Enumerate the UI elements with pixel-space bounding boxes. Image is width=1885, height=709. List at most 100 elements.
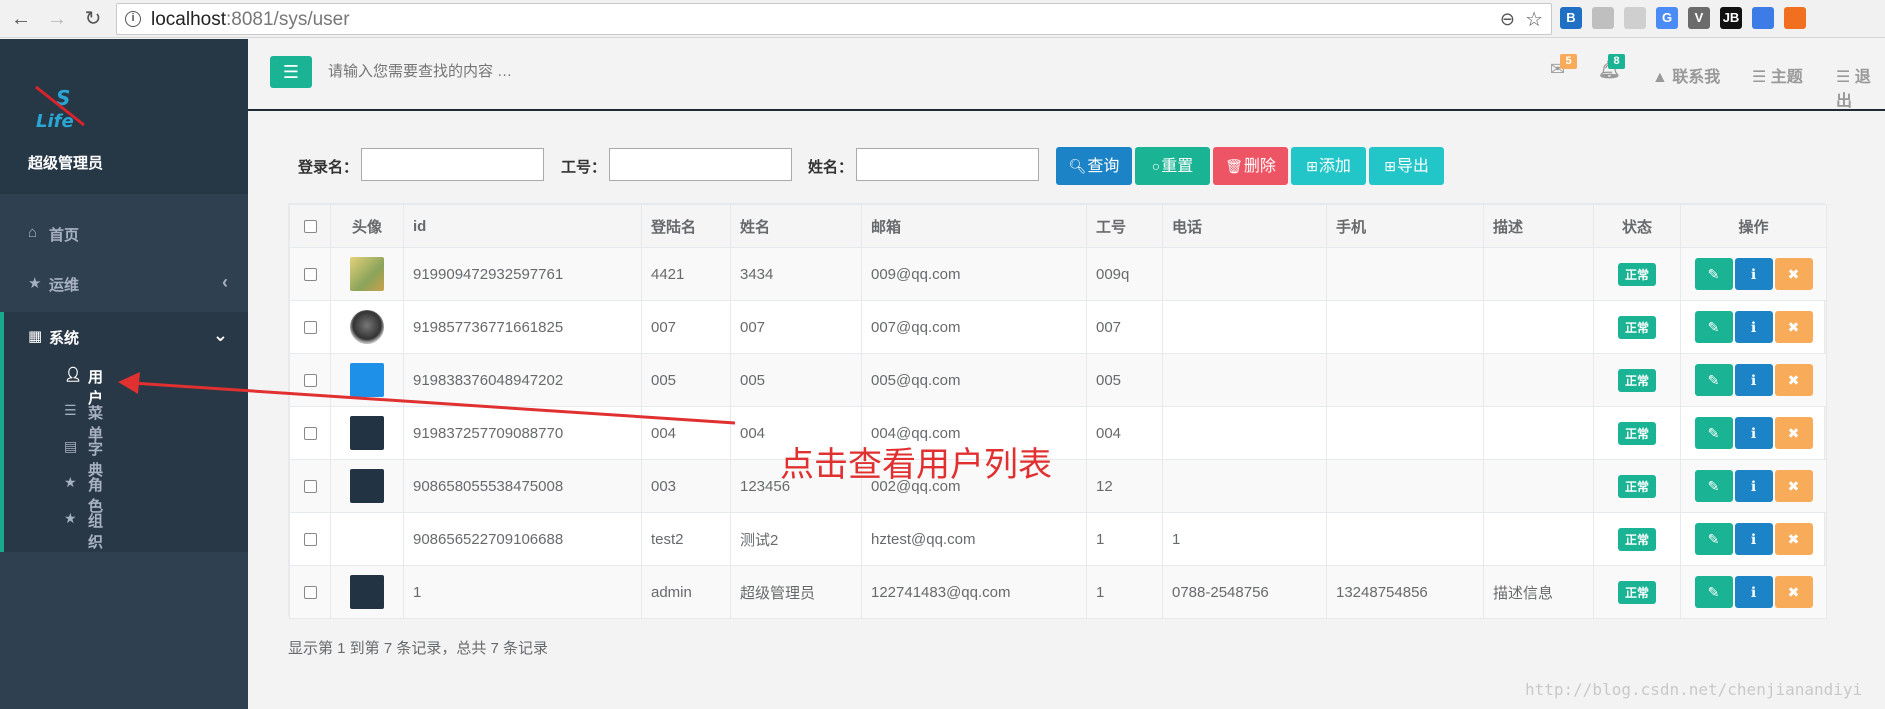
theme-link[interactable]: ☰ 主题 xyxy=(1752,63,1803,87)
info-button[interactable]: ℹ xyxy=(1734,258,1773,290)
column-header[interactable]: id xyxy=(403,204,642,248)
row-checkbox[interactable] xyxy=(303,321,317,335)
edit-button[interactable]: ✎ xyxy=(1694,364,1733,396)
menu-label: 系统 xyxy=(49,330,80,347)
table-cell-actions: ✎ ℹ ✖ xyxy=(1680,300,1827,354)
select-all-checkbox[interactable] xyxy=(303,220,317,234)
logout-link[interactable]: ☰ 退出 xyxy=(1836,63,1885,111)
sidebar: S Life 超级管理员 ⌂ 首页 ★ 运维 ‹ ▦ 系统 ⌄ 👤︎ 用户 ☰ … xyxy=(0,39,248,709)
info-button[interactable]: ℹ xyxy=(1734,311,1773,343)
info-button[interactable]: ℹ xyxy=(1734,576,1773,608)
url-text[interactable]: localhost:8081/sys/user xyxy=(151,9,350,31)
menu-item-ops[interactable]: ★ 运维 ‹ xyxy=(0,259,248,309)
table-cell-login: 004 xyxy=(641,406,731,460)
edit-button[interactable]: ✎ xyxy=(1694,311,1733,343)
contact-link[interactable]: ▲ 联系我 xyxy=(1652,63,1720,87)
edit-button[interactable]: ✎ xyxy=(1694,258,1733,290)
grid-icon: ▦ xyxy=(28,328,43,345)
menu-item-system[interactable]: ▦ 系统 ⌄ xyxy=(0,312,248,362)
column-header[interactable]: 操作 xyxy=(1680,204,1827,248)
login-name-input[interactable] xyxy=(361,148,544,181)
bookmark-star-icon[interactable]: ☆ xyxy=(1525,7,1543,32)
trash-icon: 🗑︎ xyxy=(1225,158,1243,174)
sidebar-toggle-button[interactable]: ☰ xyxy=(270,56,312,88)
export-button[interactable]: ⊞导出 xyxy=(1369,147,1444,185)
table-cell-actions: ✎ ℹ ✖ xyxy=(1680,565,1827,619)
plus-square-icon: ⊞ xyxy=(1306,158,1318,174)
column-header[interactable]: 状态 xyxy=(1593,204,1681,248)
extension-icon[interactable]: B xyxy=(1560,7,1582,29)
table-cell-email: 122741483@qq.com xyxy=(861,565,1087,619)
info-icon: ℹ xyxy=(1750,266,1757,282)
job-number-input[interactable] xyxy=(609,148,792,181)
table-row[interactable]: 919857736771661825 007 007 007@qq.com 007 正常 ✎… xyxy=(289,300,1827,354)
delete-button[interactable]: 🗑︎删除 xyxy=(1213,147,1288,185)
column-header[interactable]: 姓名 xyxy=(730,204,862,248)
remove-button[interactable]: ✖ xyxy=(1774,576,1813,608)
row-checkbox[interactable] xyxy=(303,480,317,494)
row-checkbox[interactable] xyxy=(303,586,317,600)
table-row[interactable]: 908656522709106688 test2 测试2 hztest@qq.com 1… xyxy=(289,512,1827,566)
name-input[interactable] xyxy=(856,148,1039,181)
info-button[interactable]: ℹ xyxy=(1734,364,1773,396)
column-header[interactable]: 邮箱 xyxy=(861,204,1087,248)
table-row[interactable]: 908658055538475008 003 123456 002@qq.com 12 正… xyxy=(289,459,1827,513)
address-bar[interactable]: i localhost:8081/sys/user ⊖ ☆ xyxy=(116,3,1552,35)
site-info-icon[interactable]: i xyxy=(125,11,141,27)
row-checkbox[interactable] xyxy=(303,427,317,441)
reset-button[interactable]: ○重置 xyxy=(1135,147,1210,185)
reload-icon[interactable]: ↻ xyxy=(80,6,106,32)
table-cell-actions: ✎ ℹ ✖ xyxy=(1680,406,1827,460)
global-search-input[interactable] xyxy=(328,63,728,80)
edit-button[interactable]: ✎ xyxy=(1694,470,1733,502)
extension-icon[interactable] xyxy=(1784,7,1806,29)
column-header[interactable]: 电话 xyxy=(1162,204,1327,248)
row-checkbox[interactable] xyxy=(303,374,317,388)
user-table: 头像 id 登陆名 姓名 邮箱 工号 电话 手机 描述 状态 操作 919909… xyxy=(289,204,1827,619)
forward-arrow-icon[interactable]: → xyxy=(44,6,70,32)
column-header[interactable]: 手机 xyxy=(1326,204,1484,248)
menu-label: 运维 xyxy=(49,277,80,294)
add-button[interactable]: ⊞添加 xyxy=(1291,147,1366,185)
table-cell-name: 007 xyxy=(730,300,862,354)
extension-icon[interactable]: JB xyxy=(1720,7,1742,29)
remove-button[interactable]: ✖ xyxy=(1774,311,1813,343)
query-button[interactable]: 🔍︎查询 xyxy=(1056,147,1132,185)
extension-icon[interactable] xyxy=(1752,7,1774,29)
remove-button[interactable]: ✖ xyxy=(1774,417,1813,449)
edit-icon: ✎ xyxy=(1707,319,1720,335)
table-cell-id: 919837257709088770 xyxy=(403,406,642,460)
row-checkbox[interactable] xyxy=(303,268,317,282)
remove-button[interactable]: ✖ xyxy=(1774,523,1813,555)
row-checkbox[interactable] xyxy=(303,533,317,547)
column-header[interactable]: 工号 xyxy=(1086,204,1163,248)
table-row[interactable]: 919909472932597761 4421 3434 009@qq.com 009q… xyxy=(289,247,1827,301)
extension-icon[interactable] xyxy=(1592,7,1614,29)
edit-button[interactable]: ✎ xyxy=(1694,417,1733,449)
info-button[interactable]: ℹ xyxy=(1734,470,1773,502)
table-row[interactable]: 919838376048947202 005 005 005@qq.com 005 正常 ✎… xyxy=(289,353,1827,407)
column-header[interactable]: 登陆名 xyxy=(641,204,731,248)
extension-icon[interactable]: G xyxy=(1656,7,1678,29)
edit-button[interactable]: ✎ xyxy=(1694,576,1733,608)
list-icon: ☰ xyxy=(64,402,77,418)
back-arrow-icon[interactable]: ← xyxy=(8,6,34,32)
remove-button[interactable]: ✖ xyxy=(1774,258,1813,290)
info-button[interactable]: ℹ xyxy=(1734,523,1773,555)
table-row[interactable]: 1 admin 超级管理员 122741483@qq.com 1 0788-2548756… xyxy=(289,565,1827,619)
extension-icon[interactable] xyxy=(1624,7,1646,29)
remove-button[interactable]: ✖ xyxy=(1774,470,1813,502)
info-button[interactable]: ℹ xyxy=(1734,417,1773,449)
column-header[interactable]: 头像 xyxy=(330,204,404,248)
table-row[interactable]: 919837257709088770 004 004 004@qq.com 004 正常 ✎… xyxy=(289,406,1827,460)
zoom-icon[interactable]: ⊖ xyxy=(1500,9,1515,30)
table-cell-job: 009q xyxy=(1086,247,1163,301)
admin-name[interactable]: 超级管理员 xyxy=(28,152,103,173)
menu-item-home[interactable]: ⌂ 首页 xyxy=(0,209,248,259)
table-cell-desc xyxy=(1483,459,1594,513)
remove-button[interactable]: ✖ xyxy=(1774,364,1813,396)
extension-icon[interactable]: V xyxy=(1688,7,1710,29)
edit-button[interactable]: ✎ xyxy=(1694,523,1733,555)
app-logo[interactable]: S Life xyxy=(34,83,90,131)
column-header[interactable]: 描述 xyxy=(1483,204,1594,248)
